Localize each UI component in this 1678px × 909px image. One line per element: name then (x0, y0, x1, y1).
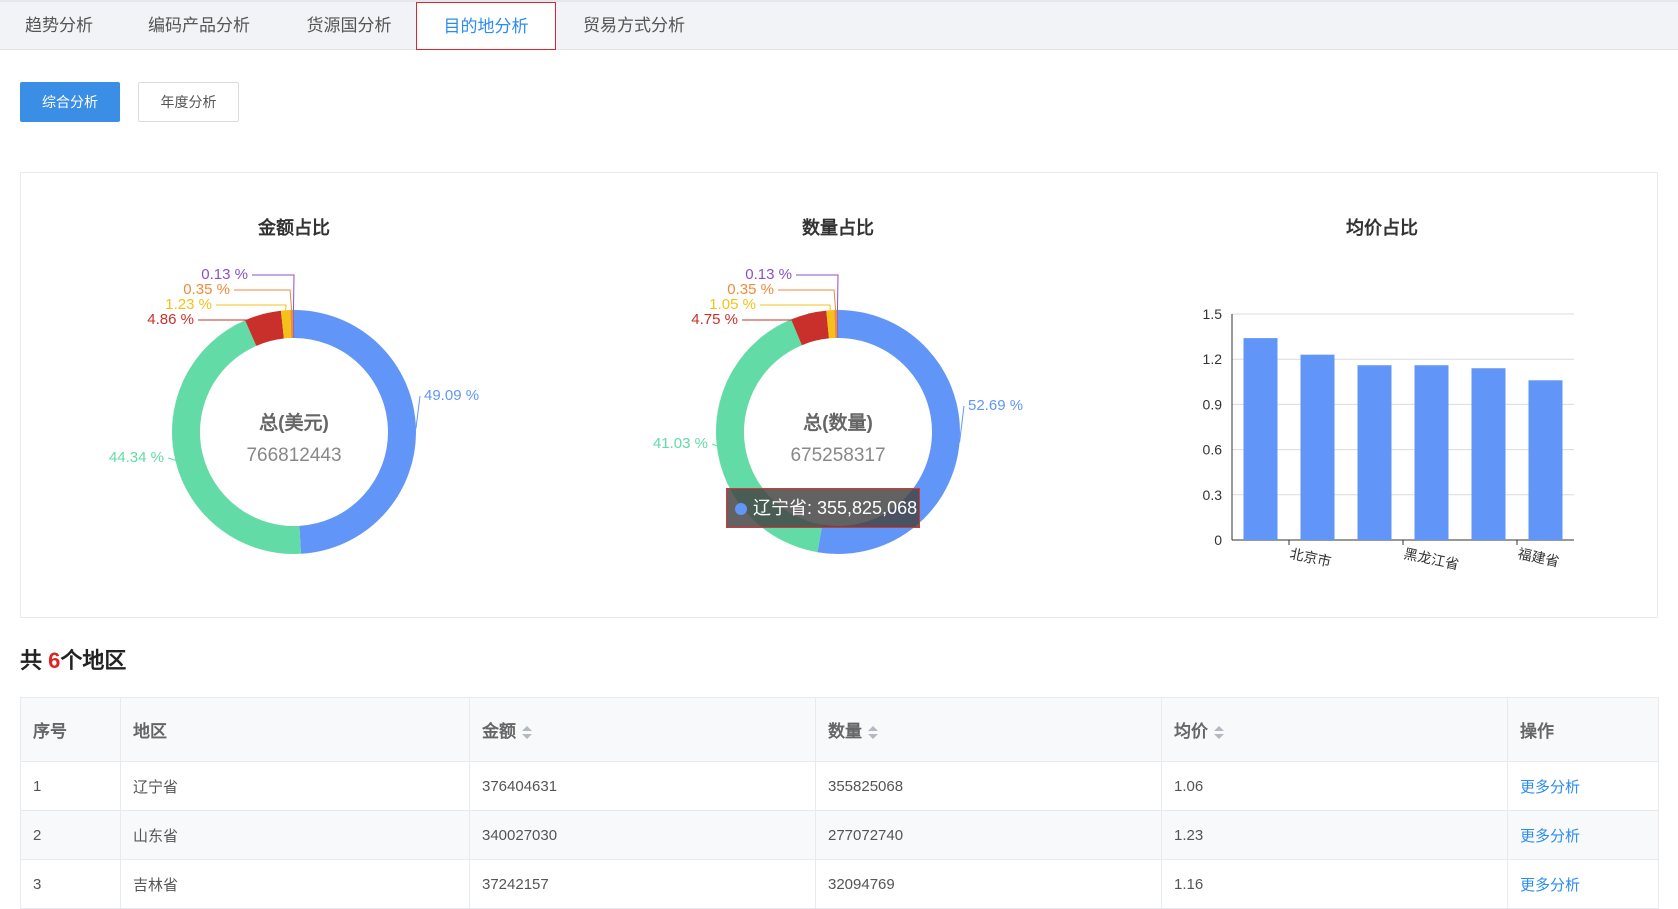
header-no: 序号 (21, 698, 121, 762)
cell-no: 2 (21, 811, 121, 860)
summary-prefix: 共 (20, 648, 42, 673)
price-chart-title: 均价占比 (1232, 214, 1532, 240)
combined-analysis-button[interactable]: 综合分析 (20, 82, 120, 122)
region-table: 序号 地区 金额 数量 均价 操作 1 辽宁省 376404631 355825… (20, 697, 1658, 909)
cell-price: 1.06 (1162, 762, 1508, 811)
tooltip-text: 辽宁省: 355,825,068 (753, 498, 917, 518)
cell-action: 更多分析 (1508, 811, 1659, 860)
sort-icon[interactable] (1214, 726, 1224, 740)
tab-hs-code-product-analysis[interactable]: 编码产品分析 (130, 2, 268, 50)
table-row: 3 吉林省 37242157 32094769 1.16 更多分析 (21, 860, 1659, 909)
more-analysis-link[interactable]: 更多分析 (1520, 877, 1580, 894)
sort-icon[interactable] (522, 726, 532, 740)
header-price-label: 均价 (1174, 722, 1208, 741)
region-count-summary: 共 6个地区 (20, 643, 126, 675)
cell-no: 3 (21, 860, 121, 909)
more-analysis-link[interactable]: 更多分析 (1520, 828, 1580, 845)
header-quantity-label: 数量 (828, 722, 862, 741)
summary-suffix: 个地区 (60, 648, 126, 673)
header-quantity[interactable]: 数量 (816, 698, 1162, 762)
table-header-row: 序号 地区 金额 数量 均价 操作 (21, 698, 1659, 762)
cell-amount: 376404631 (470, 762, 816, 811)
cell-region: 吉林省 (121, 860, 470, 909)
sort-icon[interactable] (868, 726, 878, 740)
chart-tooltip: 辽宁省: 355,825,068 (726, 488, 920, 528)
cell-price: 1.23 (1162, 811, 1508, 860)
cell-no: 1 (21, 762, 121, 811)
table-row: 1 辽宁省 376404631 355825068 1.06 更多分析 (21, 762, 1659, 811)
tab-destination-analysis[interactable]: 目的地分析 (416, 2, 556, 50)
header-amount[interactable]: 金额 (470, 698, 816, 762)
cell-price: 1.16 (1162, 860, 1508, 909)
tab-trend-analysis[interactable]: 趋势分析 (0, 2, 118, 50)
cell-quantity: 355825068 (816, 762, 1162, 811)
cell-action: 更多分析 (1508, 860, 1659, 909)
table-row: 2 山东省 340027030 277072740 1.23 更多分析 (21, 811, 1659, 860)
header-price[interactable]: 均价 (1162, 698, 1508, 762)
annual-analysis-button[interactable]: 年度分析 (138, 82, 239, 122)
cell-quantity: 32094769 (816, 860, 1162, 909)
top-tab-bar: 趋势分析 编码产品分析 货源国分析 目的地分析 贸易方式分析 (0, 0, 1678, 50)
header-amount-label: 金额 (482, 722, 516, 741)
header-region: 地区 (121, 698, 470, 762)
cell-quantity: 277072740 (816, 811, 1162, 860)
header-action: 操作 (1508, 698, 1659, 762)
summary-count: 6 (48, 648, 60, 673)
cell-amount: 340027030 (470, 811, 816, 860)
cell-region: 辽宁省 (121, 762, 470, 811)
tooltip-series-dot (735, 503, 747, 515)
amount-chart-title: 金额占比 (144, 214, 444, 240)
cell-amount: 37242157 (470, 860, 816, 909)
quantity-chart-title: 数量占比 (688, 214, 988, 240)
cell-action: 更多分析 (1508, 762, 1659, 811)
tab-source-country-analysis[interactable]: 货源国分析 (290, 2, 408, 50)
more-analysis-link[interactable]: 更多分析 (1520, 779, 1580, 796)
cell-region: 山东省 (121, 811, 470, 860)
tab-trade-mode-analysis[interactable]: 贸易方式分析 (572, 2, 696, 50)
